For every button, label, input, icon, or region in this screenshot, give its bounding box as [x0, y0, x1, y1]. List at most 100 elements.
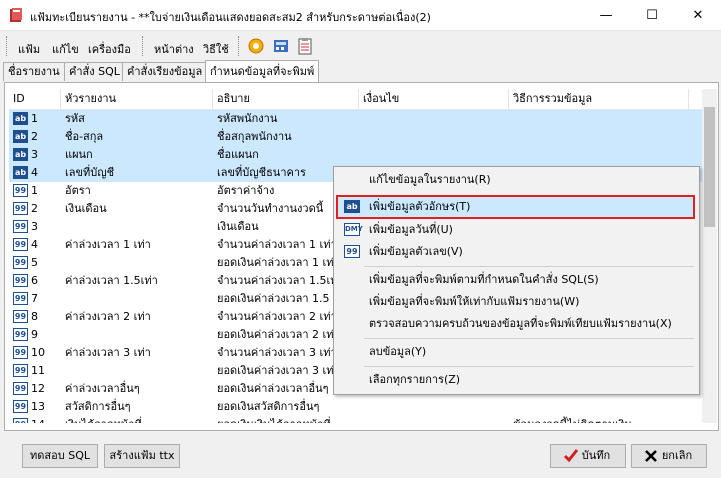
cell-condition	[363, 128, 507, 146]
vertical-scrollbar[interactable]	[702, 89, 717, 423]
cell-title: ค่าล่วงเวลา 2 เท่า	[65, 310, 151, 323]
menu-add-fields-match-report[interactable]: เพิ่มข้อมูลที่จะพิมพ์ให้เท่ากับแฟ้มรายงา…	[336, 291, 695, 313]
cell-id: 2	[31, 202, 38, 215]
scrollbar-thumb[interactable]	[704, 107, 715, 227]
menu-add-text-field[interactable]: ab เพิ่มข้อมูลตัวอักษร(T)	[336, 195, 695, 219]
number-field-icon: 99	[13, 292, 28, 305]
refresh-icon[interactable]	[247, 37, 265, 55]
cell-description: ชื่อสกุลพนักงาน	[217, 130, 292, 143]
cell-description: ยอดเงินเงินได้จากหน้าที่	[217, 416, 359, 423]
menu-edit-report-data[interactable]: แก้ไขข้อมูลในรายงาน(R)	[336, 169, 695, 191]
create-ttx-button[interactable]: สร้างแฟ้ม ttx	[104, 444, 180, 468]
number-field-icon: 99	[13, 256, 28, 269]
table-row[interactable]: 9914 เงินได้จากหน้าที่ ยอดเงินเงินได้จากหน…	[9, 416, 702, 423]
toolbar-grip[interactable]	[238, 36, 242, 56]
cell-id: 8	[31, 310, 38, 323]
cell-id: 7	[31, 292, 38, 305]
date-field-icon: DMY	[344, 223, 363, 236]
tab-sort-command[interactable]: คำสั่งเรียงข้อมูล	[122, 62, 208, 81]
cell-description: รหัสพนักงาน	[217, 112, 278, 125]
menu-verify-fields[interactable]: ตรวจสอบความครบถ้วนของข้อมูลที่จะพิมพ์เที…	[336, 313, 695, 335]
cell-condition	[363, 398, 507, 416]
maximize-button[interactable]: ☐	[629, 0, 675, 30]
text-field-icon: ab	[13, 166, 28, 179]
cell-title: ค่าล่วงเวลาอื่นๆ	[65, 382, 140, 395]
cell-title: รหัส	[65, 112, 85, 125]
number-field-icon: 99	[344, 245, 360, 258]
menu-item-label: เพิ่มข้อมูลตัวอักษร(T)	[369, 200, 471, 213]
save-button[interactable]: บันทึก	[550, 444, 626, 468]
cancel-label: ยกเลิก	[661, 449, 693, 462]
cell-id: 11	[31, 364, 45, 377]
number-field-icon: 99	[13, 328, 28, 341]
title-bar: แฟ้มทะเบียนรายงาน - **ใบจ่ายเงินเดือนแสด…	[0, 0, 721, 31]
menu-add-date-field[interactable]: DMY เพิ่มข้อมูลวันที่(U)	[336, 219, 695, 241]
menu-window[interactable]: หน้าต่าง	[154, 40, 194, 58]
x-cancel-icon	[645, 450, 657, 462]
header-description[interactable]: อธิบาย	[213, 89, 359, 109]
cell-title: แผนก	[65, 148, 93, 161]
menu-separator	[364, 266, 694, 267]
cell-title: ค่าล่วงเวลา 1 เท่า	[65, 238, 151, 251]
cell-id: 4	[31, 166, 38, 179]
number-field-icon: 99	[13, 238, 28, 251]
cell-aggregation: ข้อมูลงวดนี้ไม่คิดตามเงิน...	[513, 416, 693, 423]
tab-sql-command[interactable]: คำสั่ง SQL	[64, 62, 125, 81]
toolbar-grip[interactable]	[6, 36, 10, 56]
text-field-icon: ab	[13, 148, 28, 161]
cell-title: อัตรา	[65, 184, 91, 197]
menu-help[interactable]: วิธีใช้	[203, 40, 229, 58]
header-aggregation[interactable]: วิธีการรวมข้อมูล	[509, 89, 689, 109]
calculator-icon[interactable]	[272, 37, 290, 55]
cell-condition	[363, 146, 507, 164]
menu-add-number-field[interactable]: 99 เพิ่มข้อมูลตัวเลข(V)	[336, 241, 695, 263]
menu-bar: แฟ้ม แก้ไข เครื่องมือ หน้าต่าง วิธีใช้	[0, 31, 721, 61]
menu-delete-field[interactable]: ลบข้อมูล(Y)	[336, 341, 695, 363]
cell-id: 5	[31, 256, 38, 269]
cell-id: 1	[31, 112, 38, 125]
minimize-button[interactable]: —	[583, 0, 629, 30]
cell-id: 6	[31, 274, 38, 287]
header-title[interactable]: หัวรายงาน	[61, 89, 213, 109]
header-id[interactable]: ID	[9, 89, 61, 109]
clipboard-icon[interactable]	[296, 37, 314, 55]
number-field-icon: 99	[13, 184, 28, 197]
table-row[interactable]: ab 2 ชื่อ-สกุล ชื่อสกุลพนักงาน	[9, 128, 702, 146]
header-condition[interactable]: เงื่อนไข	[359, 89, 509, 109]
cell-id: 10	[31, 346, 45, 359]
cancel-button[interactable]: ยกเลิก	[631, 444, 707, 468]
test-sql-button[interactable]: ทดสอบ SQL	[22, 444, 98, 468]
cell-title: ค่าล่วงเวลา 3 เท่า	[65, 346, 151, 359]
cell-id: 3	[31, 148, 38, 161]
cell-id: 1	[31, 184, 38, 197]
table-row[interactable]: ab 3 แผนก ชื่อแผนก	[9, 146, 702, 164]
menu-file[interactable]: แฟ้ม	[18, 40, 40, 58]
number-field-icon: 99	[13, 220, 28, 233]
cell-condition	[363, 110, 507, 128]
tab-report-name[interactable]: ชื่อรายงาน	[3, 62, 65, 81]
cell-condition	[363, 416, 507, 423]
number-field-icon: 99	[13, 202, 28, 215]
menu-add-fields-from-sql[interactable]: เพิ่มข้อมูลที่จะพิมพ์ตามที่กำหนดในคำสั่ง…	[336, 269, 695, 291]
cell-id: 2	[31, 130, 38, 143]
table-row[interactable]: ab 1 รหัส รหัสพนักงาน	[9, 110, 702, 128]
cell-title: เลขที่บัญชี	[65, 166, 115, 179]
tab-strip: ชื่อรายงาน คำสั่ง SQL คำสั่งเรียงข้อมูล …	[0, 60, 721, 82]
cell-title	[65, 326, 211, 344]
menu-edit[interactable]: แก้ไข	[52, 40, 79, 58]
number-field-icon: 99	[13, 346, 28, 359]
cell-title	[65, 254, 211, 272]
menu-item-label: เพิ่มข้อมูลที่จะพิมพ์ให้เท่ากับแฟ้มรายงา…	[369, 295, 580, 308]
close-button[interactable]: ✕	[675, 0, 721, 30]
text-field-icon: ab	[13, 130, 28, 143]
table-row[interactable]: 99 13 สวัสดิการอื่นๆ ยอดเงินสวัสดิการอื่นๆ	[9, 398, 702, 416]
cell-title: ค่าล่วงเวลา 1.5เท่า	[65, 274, 158, 287]
context-menu: แก้ไขข้อมูลในรายงาน(R) ab เพิ่มข้อมูลตัว…	[333, 166, 700, 395]
menu-item-label: เพิ่มข้อมูลวันที่(U)	[369, 223, 453, 236]
cell-title: เงินเดือน	[65, 202, 107, 215]
tab-print-fields[interactable]: กำหนดข้อมูลที่จะพิมพ์	[205, 60, 320, 82]
menu-select-all[interactable]: เลือกทุกรายการ(Z)	[336, 369, 695, 391]
menu-tools[interactable]: เครื่องมือ	[88, 40, 131, 58]
toolbar-grip[interactable]	[142, 36, 146, 56]
cell-id: 14	[31, 416, 59, 423]
